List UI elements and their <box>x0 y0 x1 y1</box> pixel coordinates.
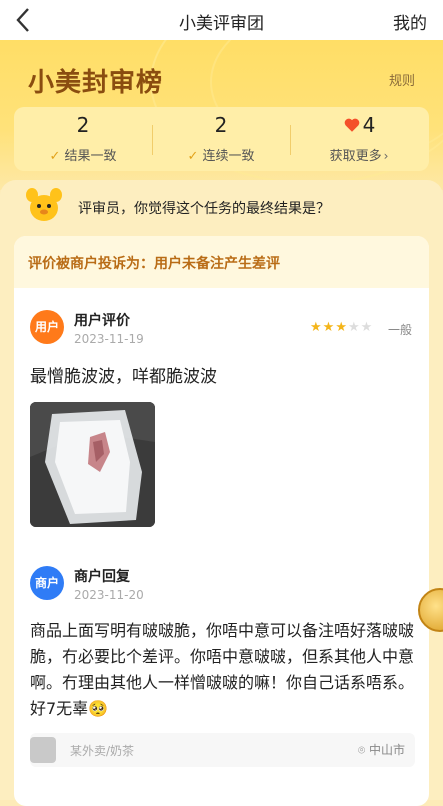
question-row: 评审员，你觉得这个任务的最终结果是？ <box>22 186 422 226</box>
stat-label: ✓ 结果一致 <box>49 149 117 164</box>
star-icon: ★ <box>335 320 348 335</box>
user-review-date: 2023-11-19 <box>74 332 144 346</box>
check-icon: ✓ <box>187 149 199 164</box>
merchant-reply-text: 商品上面写明有啵啵脆，你唔中意可以备注唔好落啵啵脆，冇必要比个差评。你唔中意啵啵… <box>30 621 415 718</box>
page-title: 小美评审团 <box>179 14 264 34</box>
star-icon: ★ <box>360 320 374 335</box>
hero-banner: 小美封审榜 规则 2 ✓ 结果一致 2 ✓ 连续一致 4 获取更多 › <box>0 40 443 190</box>
heart-icon <box>344 118 359 132</box>
stat-value: 2 <box>214 113 228 137</box>
brand-title: 小美封审榜 <box>28 68 164 98</box>
location-icon: ⌾ <box>357 743 366 757</box>
rating-label: 一般 <box>388 323 413 337</box>
location: ⌾ 中山市 <box>357 743 405 757</box>
user-review-title: 用户评价 <box>74 313 130 329</box>
stat-result-match: 2 ✓ 结果一致 <box>14 107 152 171</box>
get-more-link[interactable]: 获取更多 › <box>290 145 428 164</box>
merchant-avatar: 商户 <box>30 566 64 600</box>
complaint-banner: 评价被商户投诉为：用户未备注产生差评 <box>14 236 429 288</box>
rating-stars: ★★★★★ <box>310 320 373 335</box>
user-avatar: 用户 <box>30 310 64 344</box>
rules-link[interactable]: 规则 <box>389 70 415 89</box>
merchant-reply-date: 2023-11-20 <box>74 588 144 602</box>
stat-label: ✓ 连续一致 <box>187 149 255 164</box>
check-icon: ✓ <box>49 149 61 164</box>
mascot-icon <box>26 188 62 221</box>
chevron-right-icon: › <box>383 149 389 163</box>
stat-streak-match: 2 ✓ 连续一致 <box>152 107 290 171</box>
shop-name: 某外卖/奶茶 <box>70 744 135 758</box>
shop-info-row[interactable]: 某外卖/奶茶 ⌾ 中山市 <box>30 733 415 767</box>
merchant-reply-title: 商户回复 <box>74 569 130 585</box>
star-icon: ★ <box>322 320 336 335</box>
stat-value: 2 <box>76 113 90 137</box>
user-review-text: 最憎脆波波，咩都脆波波 <box>30 367 217 387</box>
star-icon: ★ <box>310 320 323 335</box>
complaint-text: 评价被商户投诉为：用户未备注产生差评 <box>28 256 280 272</box>
mine-link[interactable]: 我的 <box>393 9 427 34</box>
shop-icon <box>30 737 56 763</box>
stats-panel: 2 ✓ 结果一致 2 ✓ 连续一致 4 获取更多 › <box>14 107 429 171</box>
nav-bar: 小美评审团 我的 <box>0 0 443 40</box>
question-text: 评审员，你觉得这个任务的最终结果是？ <box>78 201 330 217</box>
stat-value: 4 <box>290 113 428 137</box>
stat-hearts[interactable]: 4 获取更多 › <box>290 107 428 171</box>
star-icon: ★ <box>347 320 361 335</box>
review-photo[interactable] <box>30 402 155 527</box>
